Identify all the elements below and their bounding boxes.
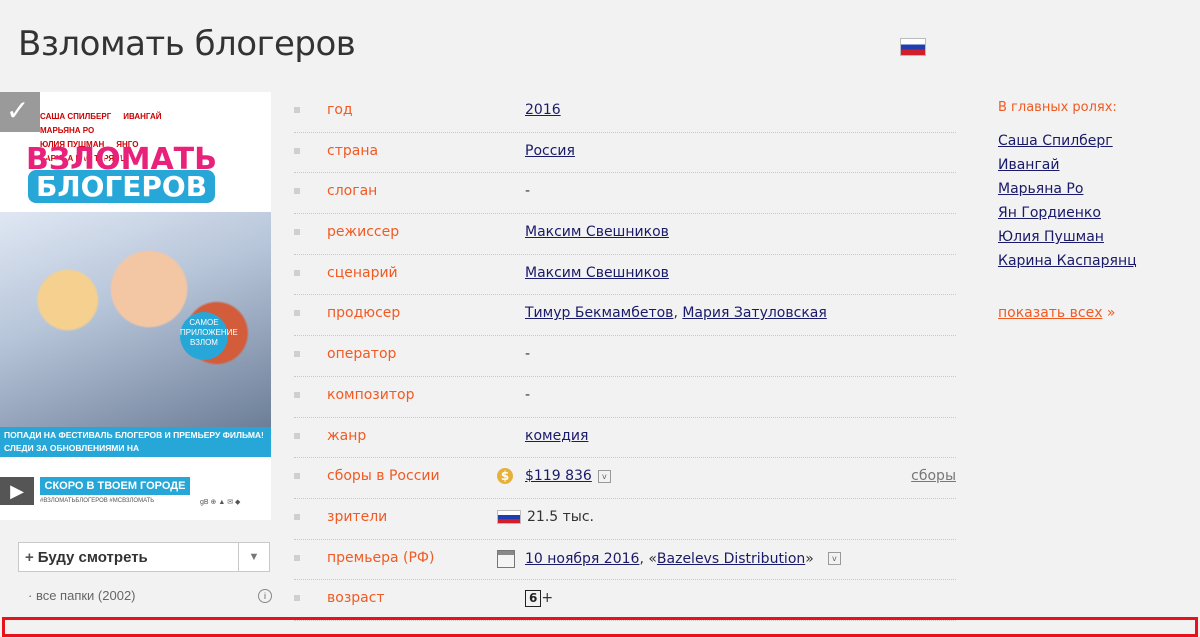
info-row-genre: жанр комедия [294, 418, 956, 459]
composer-value: - [525, 386, 531, 403]
box-office-details-link[interactable]: сборы [911, 468, 956, 484]
info-icon[interactable]: i [258, 589, 272, 603]
actor-link[interactable]: Ивангай [998, 157, 1060, 173]
poster-band: ПОПАДИ НА ФЕСТИВАЛЬ БЛОГЕРОВ И ПРЕМЬЕРУ … [0, 427, 271, 466]
distributor-link[interactable]: Bazelevs Distribution [657, 551, 805, 567]
writer-link[interactable]: Максим Свешников [525, 265, 669, 281]
year-link[interactable]: 2016 [525, 102, 561, 118]
info-label: оператор [327, 346, 397, 363]
cast-panel: В главных ролях: Саша Спилберг Ивангай М… [998, 100, 1137, 321]
info-row-premiere: премьера (РФ) 10 ноября 2016, «Bazelevs … [294, 540, 956, 581]
show-all-cast-link[interactable]: показать всех [998, 305, 1102, 321]
actor-link[interactable]: Ян Гордиенко [998, 205, 1101, 221]
bullet-icon [294, 554, 300, 561]
director-link[interactable]: Максим Свешников [525, 224, 669, 240]
poster-logos: gB ⊕ ▲ ✉ ◆ [200, 499, 241, 506]
page-title: Взломать блогеров [18, 24, 356, 64]
age-rating-badge: 6 [525, 590, 542, 608]
box-office-link[interactable]: $119 836 [525, 468, 592, 484]
bullet-icon [294, 513, 300, 520]
info-row-composer: композитор - [294, 377, 956, 418]
movie-poster[interactable]: ✓ САША СПИЛБЕРГ ИВАНГАЙМАРЬЯНА РО ЮЛИЯ ПУ… [0, 92, 271, 520]
play-icon[interactable]: ▶ [0, 477, 34, 505]
bullet-icon [294, 391, 300, 398]
calendar-icon [497, 549, 515, 568]
list-item: Саша Спилберг [998, 129, 1137, 153]
slogan-value: - [525, 183, 531, 200]
list-item: Карина Каспарянц [998, 249, 1137, 273]
chevron-right-icon: » [1102, 305, 1116, 321]
info-row-viewers: зрители 21.5 тыс. [294, 499, 956, 540]
info-label: возраст [327, 590, 385, 607]
info-label: жанр [327, 427, 367, 444]
info-label: продюсер [327, 305, 401, 322]
movie-info-table: год 2016 страна Россия слоган - режиссер… [294, 92, 956, 621]
info-row-operator: оператор - [294, 336, 956, 377]
will-watch-label: Буду смотреть [37, 548, 148, 566]
genre-link[interactable]: комедия [525, 428, 588, 444]
russia-flag-icon [900, 38, 926, 56]
info-row-slogan: слоган - [294, 173, 956, 215]
money-icon: $ [497, 468, 513, 485]
info-label: слоган [327, 183, 378, 200]
actor-link[interactable]: Марьяна Ро [998, 181, 1083, 197]
viewers-value: 21.5 тыс. [527, 508, 594, 525]
producer-link[interactable]: Мария Затуловская [682, 305, 826, 321]
plus-icon: + [25, 548, 34, 566]
info-row-country: страна Россия [294, 133, 956, 174]
all-folders-link[interactable]: · все папки (2002) [28, 588, 136, 603]
info-label: год [327, 102, 353, 118]
will-watch-button[interactable]: + Буду смотреть ▼ [18, 542, 270, 572]
bullet-icon [294, 188, 300, 195]
bullet-icon [294, 432, 300, 439]
chevron-down-icon[interactable]: ▼ [238, 543, 269, 571]
list-item: Ивангай [998, 153, 1137, 177]
russia-flag-icon [497, 509, 521, 524]
producer-link[interactable]: Тимур Бекмамбетов [525, 305, 673, 321]
info-label: премьера (РФ) [327, 549, 435, 566]
bullet-icon [294, 229, 300, 236]
actor-link[interactable]: Юлия Пушман [998, 229, 1104, 245]
actor-link[interactable]: Карина Каспарянц [998, 253, 1137, 269]
list-item: Марьяна Ро [998, 177, 1137, 201]
info-row-year: год 2016 [294, 92, 956, 133]
bullet-icon [294, 147, 300, 154]
actor-link[interactable]: Саша Спилберг [998, 133, 1113, 149]
poster-soon-banner: СКОРО В ТВОЕМ ГОРОДЕ [40, 477, 190, 495]
checkmark-icon[interactable]: ✓ [6, 92, 29, 130]
poster-tags: #ВЗЛОМАТЬБЛОГЕРОВ #МСВЗЛОМАТЬ [40, 498, 155, 504]
chevron-down-icon[interactable]: v [597, 469, 611, 483]
chevron-down-icon[interactable]: v [827, 552, 841, 566]
info-row-box-office: сборы в России $ $119 836 v сборы [294, 458, 956, 499]
info-label: режиссер [327, 224, 400, 241]
info-label: страна [327, 142, 379, 159]
info-label: сценарий [327, 264, 398, 281]
list-item: Ян Гордиенко [998, 201, 1137, 225]
poster-title-line2: БЛОГЕРОВ [28, 170, 216, 203]
bullet-icon [294, 351, 300, 358]
bullet-icon [294, 107, 300, 113]
bullet-icon [294, 269, 300, 276]
bullet-icon [294, 473, 300, 480]
list-item: Юлия Пушман [998, 225, 1137, 249]
bullet-icon [294, 310, 300, 317]
info-row-age: возраст 6 + [294, 580, 956, 621]
cast-heading: В главных ролях: [998, 100, 1117, 115]
info-row-director: режиссер Максим Свешников [294, 214, 956, 255]
premiere-date-link[interactable]: 10 ноября 2016 [525, 551, 639, 567]
info-label: композитор [327, 386, 415, 403]
info-row-writer: сценарий Максим Свешников [294, 255, 956, 296]
show-all-cast: показать всех » [998, 305, 1137, 321]
info-label: зрители [327, 508, 388, 525]
country-link[interactable]: Россия [525, 143, 575, 159]
info-label: сборы в России [327, 468, 440, 485]
cast-list: Саша Спилберг Ивангай Марьяна Ро Ян Горд… [998, 129, 1137, 273]
poster-artwork [0, 212, 271, 432]
highlight-outline [2, 617, 1198, 637]
bullet-icon [294, 595, 300, 602]
info-row-producer: продюсер Тимур Бекмамбетов, Мария Затуло… [294, 295, 956, 337]
operator-value: - [525, 346, 531, 363]
poster-bubble: САМОЕ ПРИЛОЖЕНИЕ ВЗЛОМ [180, 312, 238, 360]
